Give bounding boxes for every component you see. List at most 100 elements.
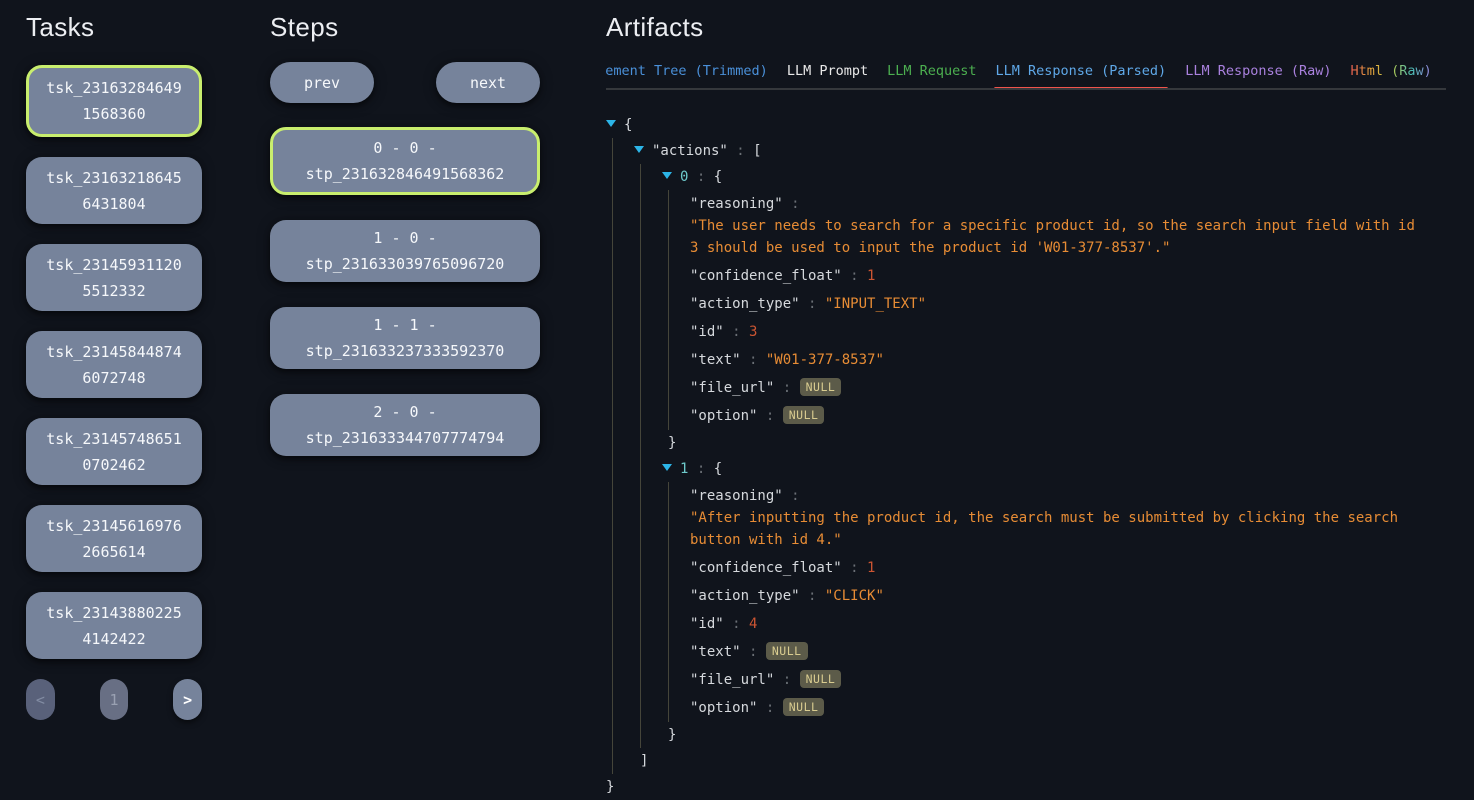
json-string-value-block: "The user needs to search for a specific…	[690, 215, 1424, 259]
step-button[interactable]: 0 - 0 - stp_231632846491568362	[270, 127, 540, 195]
json-close-bracket-row: }	[606, 774, 1424, 800]
json-string-value: "After inputting the product id, the sea…	[690, 510, 1398, 548]
json-expandable-row: {	[606, 112, 1424, 138]
json-leaf-row: "confidence_float" : 1	[690, 554, 1424, 582]
json-close-bracket-row: }	[668, 722, 1424, 748]
json-key: "actions"	[652, 143, 728, 159]
json-key: "confidence_float"	[690, 268, 842, 284]
json-colon: :	[842, 268, 867, 284]
json-colon: :	[757, 700, 782, 716]
steps-title: Steps	[270, 12, 540, 43]
json-key: "option"	[690, 408, 757, 424]
json-key: "action_type"	[690, 296, 800, 312]
tab-html-raw[interactable]: Html (Raw)	[1351, 63, 1432, 79]
pagination-next-button[interactable]: >	[173, 679, 202, 720]
json-colon: :	[724, 324, 749, 340]
json-string-value: "CLICK"	[825, 588, 884, 604]
tab-llm-response-parsed[interactable]: LLM Response (Parsed)	[996, 63, 1167, 79]
json-colon: :	[728, 143, 753, 159]
json-open-bracket: {	[714, 169, 722, 185]
json-open-bracket: {	[714, 461, 722, 477]
json-key: "action_type"	[690, 588, 800, 604]
app-root: Tasks tsk_231632846491568360 tsk_23163218…	[0, 0, 1474, 800]
json-leaf-row: "reasoning" : "After inputting the produ…	[690, 482, 1424, 554]
json-close-bracket: }	[668, 435, 676, 451]
json-leaf-row: "text" : "W01-377-8537"	[690, 346, 1424, 374]
json-leaf-row: "id" : 4	[690, 610, 1424, 638]
json-close-bracket-row: ]	[640, 748, 1424, 774]
json-leaf-row: "text" : NULL	[690, 638, 1424, 666]
task-button[interactable]: tsk_231632186456431804	[26, 157, 202, 224]
step-nav: prev next	[270, 62, 540, 103]
task-button[interactable]: tsk_231457486510702462	[26, 418, 202, 485]
json-string-value-block: "After inputting the product id, the sea…	[690, 507, 1424, 551]
task-button[interactable]: tsk_231456169762665614	[26, 505, 202, 572]
tab-llm-prompt[interactable]: LLM Prompt	[787, 63, 868, 79]
json-close-bracket: ]	[640, 753, 648, 769]
json-key: "file_url"	[690, 672, 774, 688]
json-key: "id"	[690, 324, 724, 340]
json-branch: "reasoning" : "The user needs to search …	[668, 190, 1424, 430]
json-branch: "actions" : [0 : {"reasoning" : "The use…	[612, 138, 1424, 774]
step-list: 0 - 0 - stp_231632846491568362 1 - 0 - st…	[270, 127, 540, 456]
json-string-value: "W01-377-8537"	[766, 352, 884, 368]
json-colon: :	[741, 352, 766, 368]
json-close-bracket: }	[606, 779, 614, 795]
json-leaf-row: "id" : 3	[690, 318, 1424, 346]
collapse-triangle-icon[interactable]	[662, 172, 672, 179]
artifacts-title: Artifacts	[606, 12, 1451, 43]
step-button[interactable]: 1 - 0 - stp_231633039765096720	[270, 220, 540, 282]
json-tree-viewer: {"actions" : [0 : {"reasoning" : "The us…	[606, 112, 1424, 800]
tab-element-tree-trimmed[interactable]: Element Tree (Trimmed)	[606, 63, 768, 79]
json-colon: :	[800, 588, 825, 604]
next-step-button[interactable]: next	[436, 62, 540, 103]
json-key: "text"	[690, 352, 741, 368]
step-button[interactable]: 2 - 0 - stp_231633344707774794	[270, 394, 540, 456]
steps-panel: Steps prev next 0 - 0 - stp_231632846491…	[270, 0, 540, 481]
collapse-triangle-icon[interactable]	[634, 146, 644, 153]
task-button[interactable]: tsk_231459311205512332	[26, 244, 202, 311]
json-colon: :	[783, 488, 800, 504]
json-expandable-row: 1 : {	[662, 456, 1424, 482]
tasks-pagination: < 1 >	[26, 679, 202, 720]
json-expandable-row: 0 : {	[662, 164, 1424, 190]
json-leaf-row: "reasoning" : "The user needs to search …	[690, 190, 1424, 262]
json-colon: :	[783, 196, 800, 212]
json-key: "reasoning"	[690, 488, 783, 504]
json-close-bracket: }	[668, 727, 676, 743]
pagination-prev-button[interactable]: <	[26, 679, 55, 720]
json-key: "id"	[690, 616, 724, 632]
step-button[interactable]: 1 - 1 - stp_231633237333592370	[270, 307, 540, 369]
task-button[interactable]: tsk_231632846491568360	[26, 65, 202, 137]
json-colon: :	[724, 616, 749, 632]
json-leaf-row: "confidence_float" : 1	[690, 262, 1424, 290]
tab-llm-response-raw[interactable]: LLM Response (Raw)	[1185, 63, 1331, 79]
collapse-triangle-icon[interactable]	[662, 464, 672, 471]
json-branch: "reasoning" : "After inputting the produ…	[668, 482, 1424, 722]
json-null-badge: NULL	[783, 406, 825, 424]
json-number-value: 3	[749, 324, 757, 340]
collapse-triangle-icon[interactable]	[606, 120, 616, 127]
pagination-page-1-button[interactable]: 1	[100, 679, 129, 720]
json-key: "reasoning"	[690, 196, 783, 212]
json-null-badge: NULL	[766, 642, 808, 660]
json-branch: 0 : {"reasoning" : "The user needs to se…	[640, 164, 1424, 748]
json-open-bracket: [	[753, 143, 761, 159]
tasks-title: Tasks	[26, 12, 202, 43]
json-colon: :	[774, 380, 799, 396]
json-leaf-row: "action_type" : "INPUT_TEXT"	[690, 290, 1424, 318]
prev-step-button[interactable]: prev	[270, 62, 374, 103]
json-leaf-row: "file_url" : NULL	[690, 374, 1424, 402]
json-leaf-row: "action_type" : "CLICK"	[690, 582, 1424, 610]
tasks-panel: Tasks tsk_231632846491568360 tsk_23163218…	[26, 0, 202, 720]
tab-llm-request[interactable]: LLM Request	[887, 63, 976, 79]
json-number-value: 1	[867, 560, 875, 576]
task-button[interactable]: tsk_231438802254142422	[26, 592, 202, 659]
json-colon: :	[757, 408, 782, 424]
json-key: "text"	[690, 644, 741, 660]
json-close-bracket-row: }	[668, 430, 1424, 456]
task-button[interactable]: tsk_231458448746072748	[26, 331, 202, 398]
json-null-badge: NULL	[783, 698, 825, 716]
json-leaf-row: "file_url" : NULL	[690, 666, 1424, 694]
json-string-value: "INPUT_TEXT"	[825, 296, 926, 312]
